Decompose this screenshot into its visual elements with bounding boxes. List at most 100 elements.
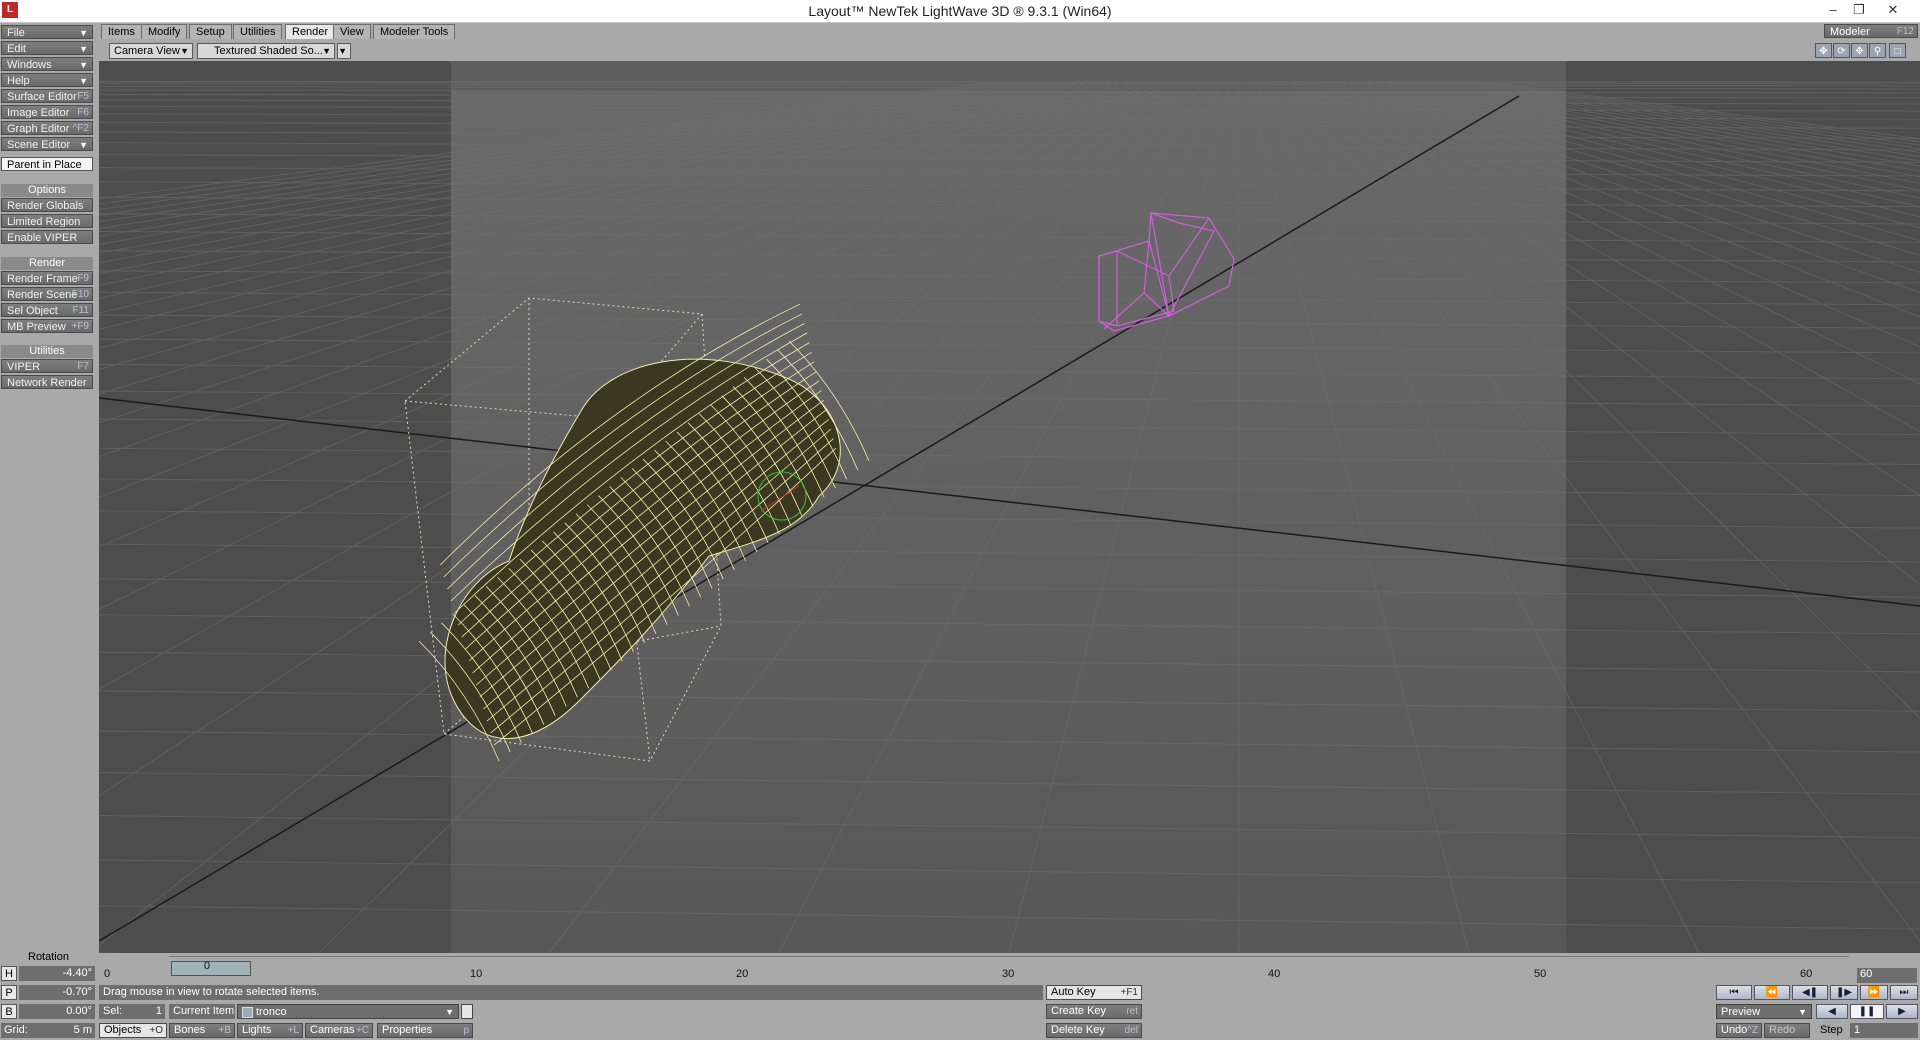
current-item-value: tronco <box>256 1006 287 1018</box>
bones-button[interactable]: Bones +B <box>169 1023 235 1038</box>
render-style-label: Textured Shaded So... <box>214 45 323 57</box>
tab-setup[interactable]: Setup <box>189 24 232 39</box>
chevron-down-icon: ▼ <box>79 140 88 150</box>
timeline[interactable]: 0 0 10 20 30 40 50 60 60 <box>99 956 1920 983</box>
redo-button[interactable]: Redo <box>1764 1023 1810 1038</box>
shortcut-label: F11 <box>72 305 90 316</box>
current-item-dropdown[interactable]: tronco ▼ <box>237 1004 459 1019</box>
last-frame-icon[interactable]: ⏭ <box>1890 985 1918 1000</box>
next-frame-icon[interactable]: ❚▶ <box>1830 985 1858 1000</box>
prev-frame-icon[interactable]: ◀❚ <box>1792 985 1828 1000</box>
shortcut-label: F6 <box>77 107 89 118</box>
shortcut-label: +B <box>218 1025 231 1036</box>
play-reverse-icon[interactable]: ◀ <box>1816 1004 1848 1019</box>
render-style-dropdown[interactable]: Textured Shaded So... ▼ <box>197 43 335 59</box>
shortcut-label: del <box>1124 1025 1138 1036</box>
properties-button[interactable]: Properties p <box>377 1023 473 1038</box>
surface-editor-button[interactable]: Surface Editor F5 <box>1 89 93 103</box>
chevron-down-icon: ▼ <box>445 1007 454 1017</box>
restore-button[interactable]: ❐ <box>1846 1 1872 19</box>
tab-items[interactable]: Items <box>101 24 142 39</box>
mb-preview-label: MB Preview <box>7 321 66 333</box>
pause-icon[interactable]: ❚❚ <box>1850 1004 1884 1019</box>
chevron-down-icon: ▼ <box>1798 1007 1807 1017</box>
cameras-label: Cameras <box>310 1024 355 1036</box>
scene-editor-label: Scene Editor <box>7 139 70 151</box>
play-icon[interactable]: ▶ <box>1886 1004 1918 1019</box>
item-picker-button[interactable] <box>461 1004 473 1019</box>
viper-button[interactable]: VIPER F7 <box>1 359 93 373</box>
shortcut-label: F12 <box>1896 26 1914 37</box>
b-value-field[interactable]: 0.00° <box>19 1004 95 1019</box>
zoom-view-icon[interactable]: ⚲ <box>1869 43 1886 58</box>
surface-editor-label: Surface Editor <box>7 91 77 103</box>
chevron-down-icon: ▼ <box>79 76 88 86</box>
viper-label: VIPER <box>7 361 41 373</box>
close-button[interactable]: ✕ <box>1880 1 1906 19</box>
shortcut-label: ret <box>1126 1006 1138 1017</box>
create-key-button[interactable]: Create Key ret <box>1046 1004 1142 1019</box>
delete-key-button[interactable]: Delete Key del <box>1046 1023 1142 1038</box>
modeler-button[interactable]: Modeler F12 <box>1824 24 1918 38</box>
minimize-button[interactable]: – <box>1820 1 1846 19</box>
tab-view[interactable]: View <box>333 24 371 39</box>
create-key-label: Create Key <box>1051 1005 1107 1017</box>
pan-view-icon[interactable]: ✥ <box>1851 43 1868 58</box>
objects-button[interactable]: Objects +O <box>99 1023 167 1038</box>
render-frame-button[interactable]: Render Frame F9 <box>1 271 93 285</box>
viewport[interactable] <box>99 61 1920 953</box>
view-options-dropdown[interactable]: ▼ <box>337 43 351 59</box>
render-globals-button[interactable]: Render Globals <box>1 198 93 212</box>
undo-label: Undo <box>1721 1024 1748 1036</box>
scene-editor-button[interactable]: Scene Editor ▼ <box>1 137 93 151</box>
limited-region-button[interactable]: Limited Region <box>1 214 93 228</box>
shortcut-label: +C <box>355 1025 369 1036</box>
render-scene-label: Render Scene <box>7 289 78 301</box>
prev-key-icon[interactable]: ⏪ <box>1754 985 1790 1000</box>
graph-editor-button[interactable]: Graph Editor ^F2 <box>1 121 93 135</box>
p-axis-label: P <box>1 985 17 1000</box>
h-value-field[interactable]: -4.40° <box>19 966 95 981</box>
rotation-label: Rotation <box>28 951 69 963</box>
step-field[interactable]: 1 <box>1850 1023 1918 1038</box>
render-frame-label: Render Frame <box>7 273 78 285</box>
first-frame-icon[interactable]: ⏮ <box>1716 985 1752 1000</box>
lights-button[interactable]: Lights +L <box>237 1023 303 1038</box>
tab-utilities[interactable]: Utilities <box>233 24 283 39</box>
shortcut-label: p <box>463 1025 469 1036</box>
rotate-view-icon[interactable]: ⟳ <box>1833 43 1850 58</box>
shortcut-label: +F9 <box>71 321 89 332</box>
timeline-end-field[interactable]: 60 <box>1857 968 1917 983</box>
cameras-button[interactable]: Cameras +C <box>305 1023 373 1038</box>
edit-menu-label: Edit <box>7 43 26 55</box>
bones-label: Bones <box>174 1024 206 1036</box>
auto-key-toggle[interactable]: Auto Key +F1 <box>1046 985 1142 1000</box>
tab-modify[interactable]: Modify <box>141 24 188 39</box>
preview-dropdown[interactable]: Preview ▼ <box>1716 1004 1812 1019</box>
help-menu-label: Help <box>7 75 30 87</box>
timeline-slider[interactable] <box>171 961 251 976</box>
network-render-button[interactable]: Network Render <box>1 375 93 389</box>
shortcut-label: F5 <box>77 91 89 102</box>
render-scene-button[interactable]: Render Scene F10 <box>1 287 93 301</box>
enable-viper-button[interactable]: Enable VIPER <box>1 230 93 244</box>
tab-render[interactable]: Render <box>285 24 336 39</box>
options-header: Options <box>1 184 93 197</box>
tab-modeler-tools[interactable]: Modeler Tools <box>373 24 456 39</box>
grid-field[interactable]: Grid: 5 m <box>1 1023 95 1038</box>
file-menu[interactable]: File ▼ <box>1 25 93 39</box>
undo-button[interactable]: Undo ^Z <box>1716 1023 1762 1038</box>
help-menu[interactable]: Help ▼ <box>1 73 93 87</box>
view-type-dropdown[interactable]: Camera View ▼ <box>109 43 193 59</box>
p-value-field[interactable]: -0.70° <box>19 985 95 1000</box>
sel-object-button[interactable]: Sel Object F11 <box>1 303 93 317</box>
chevron-down-icon: ▼ <box>180 46 189 56</box>
parent-in-place-toggle[interactable]: Parent in Place <box>1 157 93 171</box>
next-key-icon[interactable]: ⏩ <box>1860 985 1888 1000</box>
maximize-view-icon[interactable]: □ <box>1889 43 1906 58</box>
move-view-icon[interactable]: ✥ <box>1815 43 1832 58</box>
edit-menu[interactable]: Edit ▼ <box>1 41 93 55</box>
image-editor-button[interactable]: Image Editor F6 <box>1 105 93 119</box>
windows-menu[interactable]: Windows ▼ <box>1 57 93 71</box>
mb-preview-button[interactable]: MB Preview +F9 <box>1 319 93 333</box>
